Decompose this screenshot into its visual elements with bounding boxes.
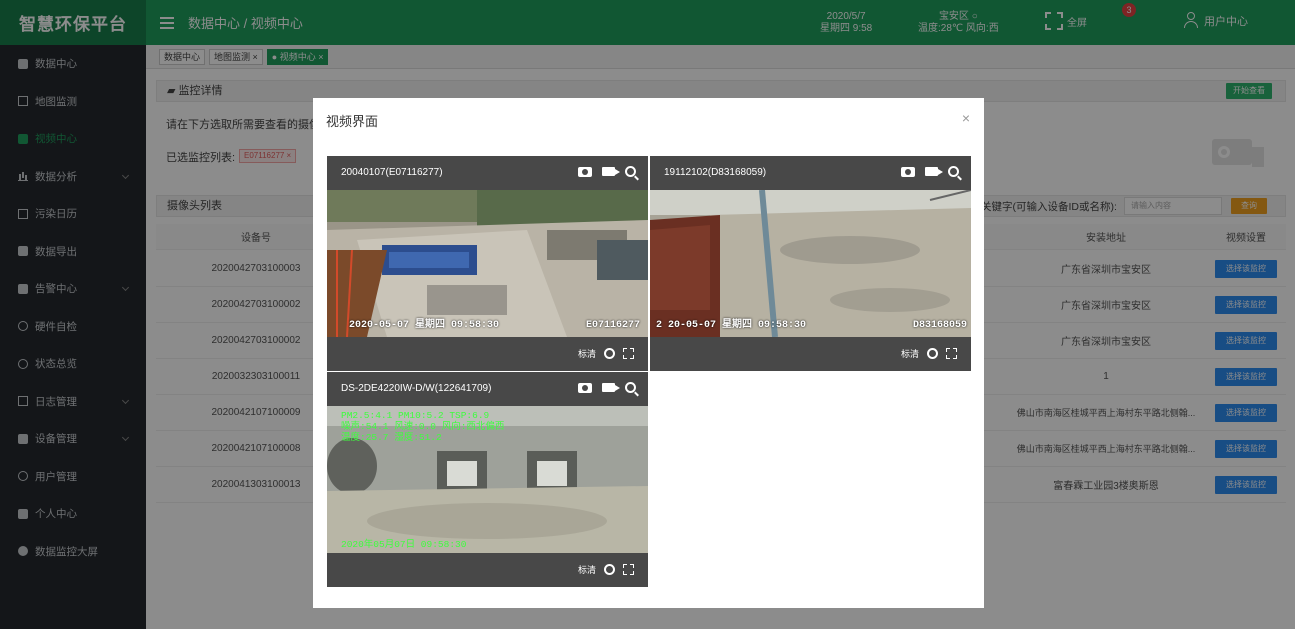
- replay-icon[interactable]: [604, 348, 615, 359]
- quality-toggle[interactable]: 标清: [578, 347, 596, 360]
- video-player-3[interactable]: DS-2DE4220IW-D/W(122641709) PM2.5:4.1 PM…: [327, 372, 648, 587]
- video-footer: 标清: [327, 553, 648, 587]
- quality-toggle[interactable]: 标清: [578, 563, 596, 576]
- zoom-icon[interactable]: [948, 166, 959, 177]
- expand-icon[interactable]: [946, 348, 957, 359]
- expand-icon[interactable]: [623, 564, 634, 575]
- replay-icon[interactable]: [604, 564, 615, 575]
- video-timestamp: 2020-05-07 星期四 09:58:30: [349, 320, 500, 331]
- video-player-1[interactable]: 20040107(E07116277) 2020-05-07 星期四 09:58…: [327, 156, 648, 371]
- zoom-icon[interactable]: [625, 382, 636, 393]
- video-frame: 2020-05-07 星期四 09:58:30 E07116277: [327, 190, 648, 337]
- snapshot-icon[interactable]: [578, 382, 592, 393]
- video-timestamp: 2 20-05-07 星期四 09:58:30: [656, 320, 807, 331]
- video-footer: 标清: [327, 337, 648, 371]
- video-device-id: E07116277: [585, 320, 640, 331]
- record-icon[interactable]: [602, 167, 620, 176]
- sensor-readings-3: 温度:25.7 湿度:51.2: [341, 432, 442, 443]
- video-modal: 视频界面 × 20040107(E07116277) 2020-05-07 星期…: [313, 98, 984, 608]
- record-icon[interactable]: [602, 383, 620, 392]
- video-player-2[interactable]: 19112102(D83168059) 2 20-05-07 星期四 09:58…: [650, 156, 971, 371]
- zoom-icon[interactable]: [625, 166, 636, 177]
- snapshot-icon[interactable]: [578, 166, 592, 177]
- close-icon[interactable]: ×: [962, 110, 970, 126]
- video-frame: 2 20-05-07 星期四 09:58:30 D83168059: [650, 190, 971, 337]
- modal-title: 视频界面: [326, 114, 379, 129]
- snapshot-icon[interactable]: [901, 166, 915, 177]
- expand-icon[interactable]: [623, 348, 634, 359]
- record-icon[interactable]: [925, 167, 943, 176]
- video-device-id: D83168059: [912, 320, 967, 331]
- video-frame: PM2.5:4.1 PM10:5.2 TSP:6.9 噪声:54.1 风速:0.…: [327, 406, 648, 553]
- video-footer: 标清: [650, 337, 971, 371]
- quality-toggle[interactable]: 标清: [901, 347, 919, 360]
- sensor-readings-2: 噪声:54.1 风速:0.0 风向:西北偏西: [341, 421, 505, 432]
- replay-icon[interactable]: [927, 348, 938, 359]
- sensor-readings-1: PM2.5:4.1 PM10:5.2 TSP:6.9: [341, 410, 490, 421]
- video-timestamp: 2020年05月07日 09:58:30: [341, 539, 467, 550]
